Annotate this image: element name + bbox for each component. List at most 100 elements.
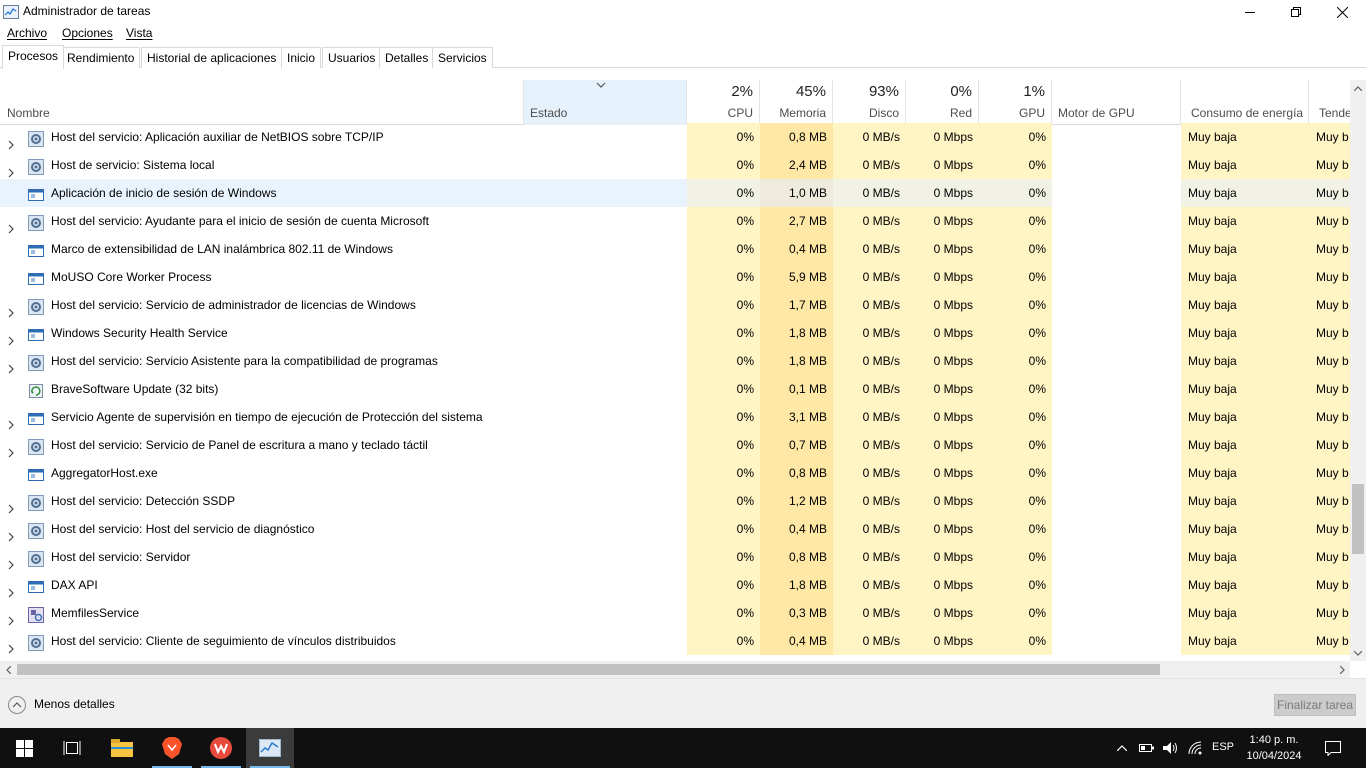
process-row[interactable]: Host del servicio: Servicio de administr…	[0, 291, 1350, 319]
process-row[interactable]: Servicio Agente de supervisión en tiempo…	[0, 403, 1350, 431]
scroll-right-arrow-icon[interactable]	[1334, 662, 1350, 678]
clock[interactable]: 1:40 p. m. 10/04/2024	[1243, 732, 1305, 764]
collapse-chevron-icon[interactable]	[8, 696, 26, 714]
volume-icon[interactable]	[1160, 728, 1182, 768]
process-row[interactable]: MemfilesService 0% 0,3 MB 0 MB/s 0 Mbps 0% Muy…	[0, 599, 1350, 627]
column-estado[interactable]: Estado	[524, 80, 687, 125]
expand-chevron-icon[interactable]	[8, 552, 14, 571]
notifications-icon[interactable]	[1320, 728, 1346, 768]
tab-usuarios[interactable]: Usuarios	[322, 47, 382, 68]
expand-chevron-icon[interactable]	[8, 216, 14, 235]
vertical-scrollbar[interactable]	[1350, 80, 1366, 661]
service-app-icon	[28, 605, 44, 623]
start-icon[interactable]	[0, 728, 48, 768]
column-nombre[interactable]: Nombre	[0, 80, 524, 125]
column-cpu[interactable]: 2% CPU	[687, 80, 760, 125]
close-button[interactable]	[1319, 0, 1365, 24]
process-row[interactable]: Host del servicio: Aplicación auxiliar d…	[0, 123, 1350, 151]
process-row[interactable]: DAX API 0% 1,8 MB 0 MB/s 0 Mbps 0% Muy baja Muy…	[0, 571, 1350, 599]
process-row[interactable]: Host del servicio: Cliente de seguimient…	[0, 627, 1350, 655]
process-row[interactable]: Windows Security Health Service 0% 1,8 MB 0…	[0, 319, 1350, 347]
gpu-engine-value	[1052, 599, 1181, 627]
gpu-value: 0%	[979, 599, 1052, 627]
column-gpu[interactable]: 1% GPU	[979, 80, 1052, 125]
menu-archivo[interactable]: Archivo	[7, 26, 47, 40]
restore-button[interactable]	[1273, 0, 1319, 24]
expand-chevron-icon[interactable]	[8, 608, 14, 627]
expand-chevron-icon[interactable]	[8, 412, 14, 431]
column-disco[interactable]: 93% Disco	[833, 80, 906, 125]
menu-opciones[interactable]: Opciones	[62, 26, 113, 40]
process-row[interactable]: Host de servicio: Sistema local 0% 2,4 MB 0…	[0, 151, 1350, 179]
battery-icon[interactable]	[1137, 728, 1157, 768]
column-red[interactable]: 0% Red	[906, 80, 979, 125]
process-row[interactable]: Host del servicio: Servidor 0% 0,8 MB 0 MB/…	[0, 543, 1350, 571]
column-memoria[interactable]: 45% Memoria	[760, 80, 833, 125]
end-task-button[interactable]: Finalizar tarea	[1274, 694, 1356, 716]
scroll-left-arrow-icon[interactable]	[0, 662, 16, 678]
expand-chevron-icon[interactable]	[8, 160, 14, 179]
gpu-value: 0%	[979, 347, 1052, 375]
task-view-icon[interactable]	[48, 728, 96, 768]
scroll-down-arrow-icon[interactable]	[1350, 645, 1366, 661]
process-row[interactable]: Host del servicio: Detección SSDP 0% 1,2 M…	[0, 487, 1350, 515]
network-value: 0 Mbps	[906, 431, 979, 459]
window-app-icon	[28, 241, 44, 257]
process-row[interactable]: Host del servicio: Servicio de Panel de …	[0, 431, 1350, 459]
horizontal-scroll-thumb[interactable]	[17, 664, 1160, 675]
gpu-value: 0%	[979, 403, 1052, 431]
tab-servicios[interactable]: Servicios	[432, 47, 493, 68]
cpu-value: 0%	[687, 375, 760, 403]
expand-chevron-icon[interactable]	[8, 580, 14, 599]
expand-chevron-icon[interactable]	[8, 440, 14, 459]
expand-chevron-icon[interactable]	[8, 300, 14, 319]
process-status-cell	[524, 179, 687, 207]
tab-inicio[interactable]: Inicio	[281, 47, 322, 68]
power-trend-value: Muy b	[1309, 263, 1350, 291]
expand-chevron-icon[interactable]	[8, 132, 14, 151]
file-explorer-icon[interactable]	[98, 728, 146, 768]
gpu-value: 0%	[979, 627, 1052, 655]
process-row[interactable]: Marco de extensibilidad de LAN inalámbri…	[0, 235, 1350, 263]
process-row[interactable]: Host del servicio: Host del servicio de …	[0, 515, 1350, 543]
process-row[interactable]: BraveSoftware Update (32 bits) 0% 0,1 MB 0 …	[0, 375, 1350, 403]
process-row[interactable]: Host del servicio: Ayudante para el inic…	[0, 207, 1350, 235]
tab-rendimiento[interactable]: Rendimiento	[61, 47, 141, 68]
vertical-scroll-thumb[interactable]	[1352, 484, 1364, 554]
expand-chevron-icon[interactable]	[8, 328, 14, 347]
horizontal-scrollbar[interactable]	[0, 661, 1350, 678]
process-name-cell: Aplicación de inicio de sesión de Window…	[0, 179, 524, 207]
gpu-value: 0%	[979, 487, 1052, 515]
column-consumo-energia[interactable]: Consumo de energía	[1181, 80, 1309, 125]
tab-detalles[interactable]: Detalles	[379, 47, 435, 68]
cpu-value: 0%	[687, 627, 760, 655]
cpu-value: 0%	[687, 151, 760, 179]
network-value: 0 Mbps	[906, 375, 979, 403]
expand-chevron-icon[interactable]	[8, 524, 14, 543]
disk-value: 0 MB/s	[833, 403, 906, 431]
wps-office-icon[interactable]	[197, 728, 245, 768]
process-row[interactable]: MoUSO Core Worker Process 0% 5,9 MB 0 MB/s 0…	[0, 263, 1350, 291]
process-row[interactable]: Aplicación de inicio de sesión de Window…	[0, 179, 1350, 207]
power-trend-value: Muy b	[1309, 487, 1350, 515]
tab-procesos[interactable]: Procesos	[2, 45, 65, 69]
disk-value: 0 MB/s	[833, 375, 906, 403]
disk-value: 0 MB/s	[833, 627, 906, 655]
column-motor-gpu[interactable]: Motor de GPU	[1052, 80, 1181, 125]
process-row[interactable]: Host del servicio: Servicio Asistente pa…	[0, 347, 1350, 375]
minimize-button[interactable]	[1227, 0, 1273, 24]
expand-chevron-icon[interactable]	[8, 356, 14, 375]
language-indicator[interactable]: ESP	[1212, 741, 1234, 753]
column-tendencia[interactable]: Tendenci	[1309, 80, 1350, 125]
process-row[interactable]: AggregatorHost.exe 0% 0,8 MB 0 MB/s 0 Mbps 0%…	[0, 459, 1350, 487]
wifi-icon[interactable]	[1185, 728, 1207, 768]
brave-browser-icon[interactable]	[148, 728, 196, 768]
task-manager-taskbar-icon[interactable]	[246, 728, 294, 768]
tab-historial[interactable]: Historial de aplicaciones	[141, 47, 283, 68]
scroll-up-arrow-icon[interactable]	[1350, 80, 1366, 96]
menu-vista[interactable]: Vista	[126, 26, 152, 40]
less-details-link[interactable]: Menos detalles	[34, 697, 115, 711]
expand-chevron-icon[interactable]	[8, 496, 14, 515]
expand-chevron-icon[interactable]	[8, 636, 14, 655]
show-hidden-icons-icon[interactable]	[1112, 728, 1132, 768]
